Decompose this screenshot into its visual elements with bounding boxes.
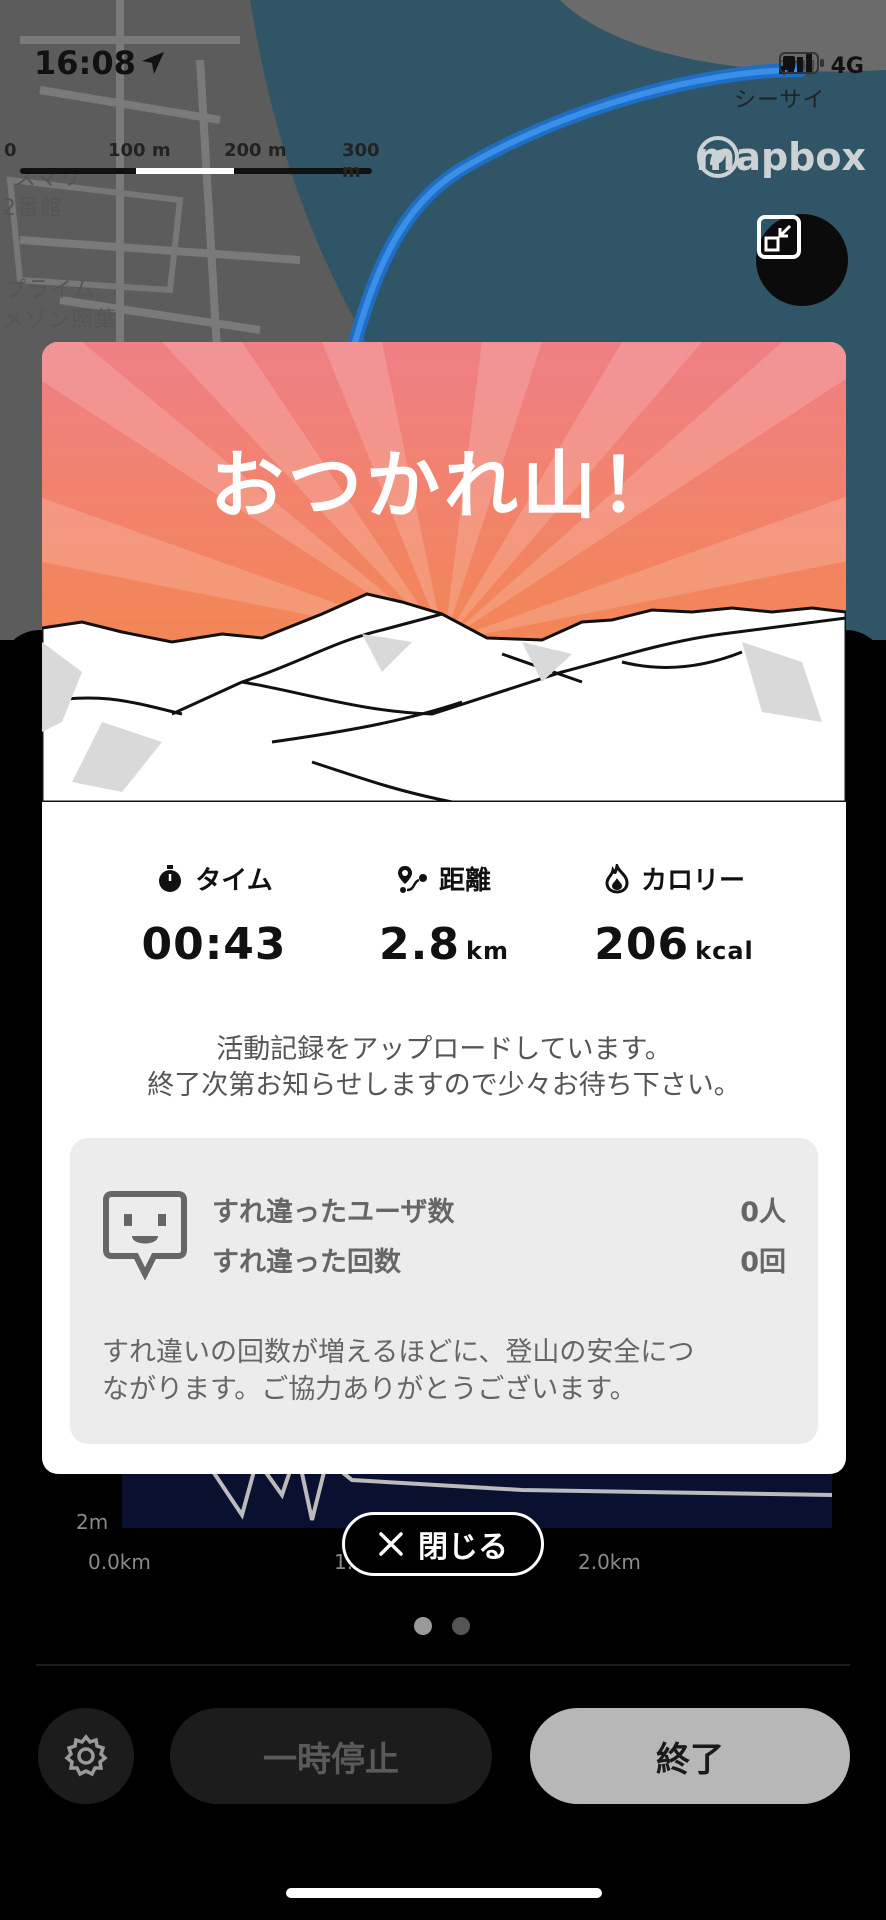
status-time: 16:08 [34, 44, 136, 82]
divider [36, 1664, 850, 1666]
stat-header: タイム [84, 860, 344, 897]
stat-header: 距離 [314, 860, 574, 897]
flame-icon [605, 863, 629, 894]
stat-unit: kcal [695, 937, 754, 965]
network-type: 4G [830, 54, 864, 79]
map-place-label: プライム [4, 278, 96, 303]
scale-label: 300 m [342, 140, 380, 182]
stat-label: タイム [195, 866, 273, 896]
upload-message-line: 終了次第お知らせしますので少々お待ち下さい。 [147, 1070, 741, 1101]
stat-time: タイム 00:43 [84, 860, 344, 970]
mountain-illustration [42, 342, 846, 804]
elevation-x-label: 0.0km [88, 1550, 151, 1574]
passing-note-line: ながります。ご協力ありがとうございます。 [102, 1374, 637, 1405]
passing-users-label: すれ違ったユーザ数 [212, 1197, 455, 1228]
close-button[interactable]: 閉じる [342, 1512, 544, 1576]
passing-users-row: すれ違ったユーザ数 0人 [212, 1190, 786, 1229]
stat-distance: 距離 2.8 km [314, 860, 574, 970]
elevation-y-label: 2m [76, 1510, 109, 1534]
elevation-x-label: 2.0km [578, 1550, 641, 1574]
stat-label: カロリー [640, 866, 745, 896]
close-button-label: 閉じる [418, 1530, 508, 1565]
collapse-map-button[interactable] [756, 214, 848, 306]
scale-label: 100 m [108, 140, 171, 161]
stat-label: 距離 [438, 866, 491, 896]
route-pin-icon [397, 865, 427, 893]
pause-button[interactable]: 一時停止 [170, 1708, 492, 1804]
stat-calories: カロリー 206 kcal [544, 860, 804, 970]
map-place-label: スマリ [14, 166, 83, 191]
modal-title: おつかれ山！ [210, 443, 678, 529]
passing-count-label: すれ違った回数 [212, 1247, 401, 1278]
stat-header: カロリー [544, 860, 804, 897]
passing-note-line: すれ違いの回数が増えるほどに、登山の安全につ [102, 1337, 695, 1368]
settings-button[interactable] [38, 1708, 134, 1804]
gear-icon [64, 1734, 108, 1777]
mapbox-icon [696, 136, 739, 178]
stat-number: 00:43 [141, 919, 287, 970]
map-place-label: シーサイ [734, 88, 826, 113]
upload-message-line: 活動記録をアップロードしています。 [216, 1034, 672, 1065]
close-icon [379, 1532, 403, 1556]
map-place-label: 2番館 [2, 196, 63, 221]
passing-note: すれ違いの回数が増えるほどに、登山の安全につ ながります。ご協力ありがとうござい… [102, 1334, 792, 1408]
stat-value: 206 kcal [544, 919, 804, 970]
summary-modal: おつかれ山！ タイム 00:43 距離 2.8 km カロリー 206 kcal 活… [42, 342, 846, 1474]
scale-label: 0 [4, 140, 17, 161]
page-indicator [414, 1617, 470, 1635]
status-indicators: アリ 4G [778, 52, 870, 81]
stopwatch-icon [159, 864, 182, 892]
stat-value: 00:43 [84, 919, 344, 970]
page-dot-active[interactable] [414, 1617, 432, 1635]
stats-row: タイム 00:43 距離 2.8 km カロリー 206 kcal [42, 860, 846, 1000]
modal-header: おつかれ山！ [42, 342, 846, 804]
passing-face-icon [102, 1188, 188, 1284]
stat-number: 2.8 [379, 919, 460, 970]
passing-users-value: 0人 [740, 1197, 786, 1228]
scale-label: 200 m [224, 140, 287, 161]
page-dot[interactable] [452, 1617, 470, 1635]
upload-message: 活動記録をアップロードしています。 終了次第お知らせしますので少々お待ち下さい。 [42, 1032, 846, 1104]
collapse-icon [757, 215, 801, 259]
passing-info-box: すれ違ったユーザ数 0人 すれ違った回数 0回 すれ違いの回数が増えるほどに、登… [70, 1138, 818, 1444]
stat-number: 206 [594, 919, 690, 970]
home-indicator [286, 1888, 602, 1898]
end-button[interactable]: 終了 [530, 1708, 850, 1804]
mapbox-logo: mapbox [696, 135, 866, 179]
stat-value: 2.8 km [314, 919, 574, 970]
passing-count-row: すれ違った回数 0回 [212, 1240, 786, 1279]
passing-count-value: 0回 [740, 1247, 786, 1278]
scale-segment [136, 168, 234, 174]
stat-unit: km [465, 937, 509, 965]
map-place-label: メゾン照葉 [2, 308, 118, 333]
